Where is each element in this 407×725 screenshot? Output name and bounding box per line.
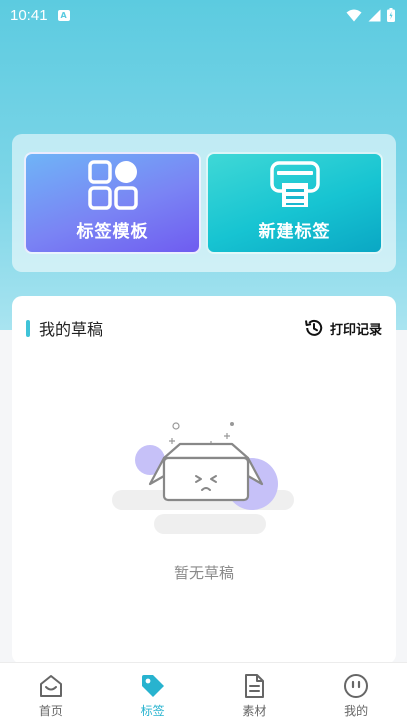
empty-box-illustration [112,422,294,534]
printer-icon [269,161,320,207]
tab-label[interactable]: 标签 [102,663,204,725]
document-icon [245,674,265,698]
quick-actions-panel: 标签模板 新建标签 [12,134,396,272]
title-accent-bar [26,319,30,337]
print-history-button[interactable]: 打印记录 [304,318,382,338]
battery-icon [387,8,395,22]
grid-icon [87,160,138,210]
drafts-card: 我的草稿 打印记录 暂无草稿 [12,296,396,664]
history-icon [304,319,323,336]
tab-materials-label: 素材 [242,704,267,718]
tab-profile[interactable]: 我的 [305,663,407,725]
status-time: 10:41 [10,6,48,24]
profile-icon [344,674,369,698]
tag-icon [141,675,164,697]
notification-icon: A [57,9,70,21]
tab-profile-label: 我的 [344,704,369,718]
label-template-button[interactable]: 标签模板 [24,152,201,254]
home-icon [39,675,62,697]
drafts-title: 我的草稿 [39,320,104,339]
signal-icon [368,9,381,21]
tab-home-label: 首页 [38,704,63,718]
tab-label-label: 标签 [140,704,165,718]
new-label-button[interactable]: 新建标签 [206,152,383,254]
empty-state-text: 暂无草稿 [173,564,234,582]
tab-home[interactable]: 首页 [0,663,102,725]
status-bar: 10:41 A [0,0,407,30]
tab-materials[interactable]: 素材 [204,663,306,725]
drafts-header: 我的草稿 打印记录 [12,316,396,340]
wifi-icon [346,9,362,21]
new-label-label: 新建标签 [258,222,331,242]
bottom-tab-bar: 首页 标签 素材 我的 [0,662,407,725]
print-history-label: 打印记录 [329,322,382,338]
label-template-label: 标签模板 [76,222,149,242]
